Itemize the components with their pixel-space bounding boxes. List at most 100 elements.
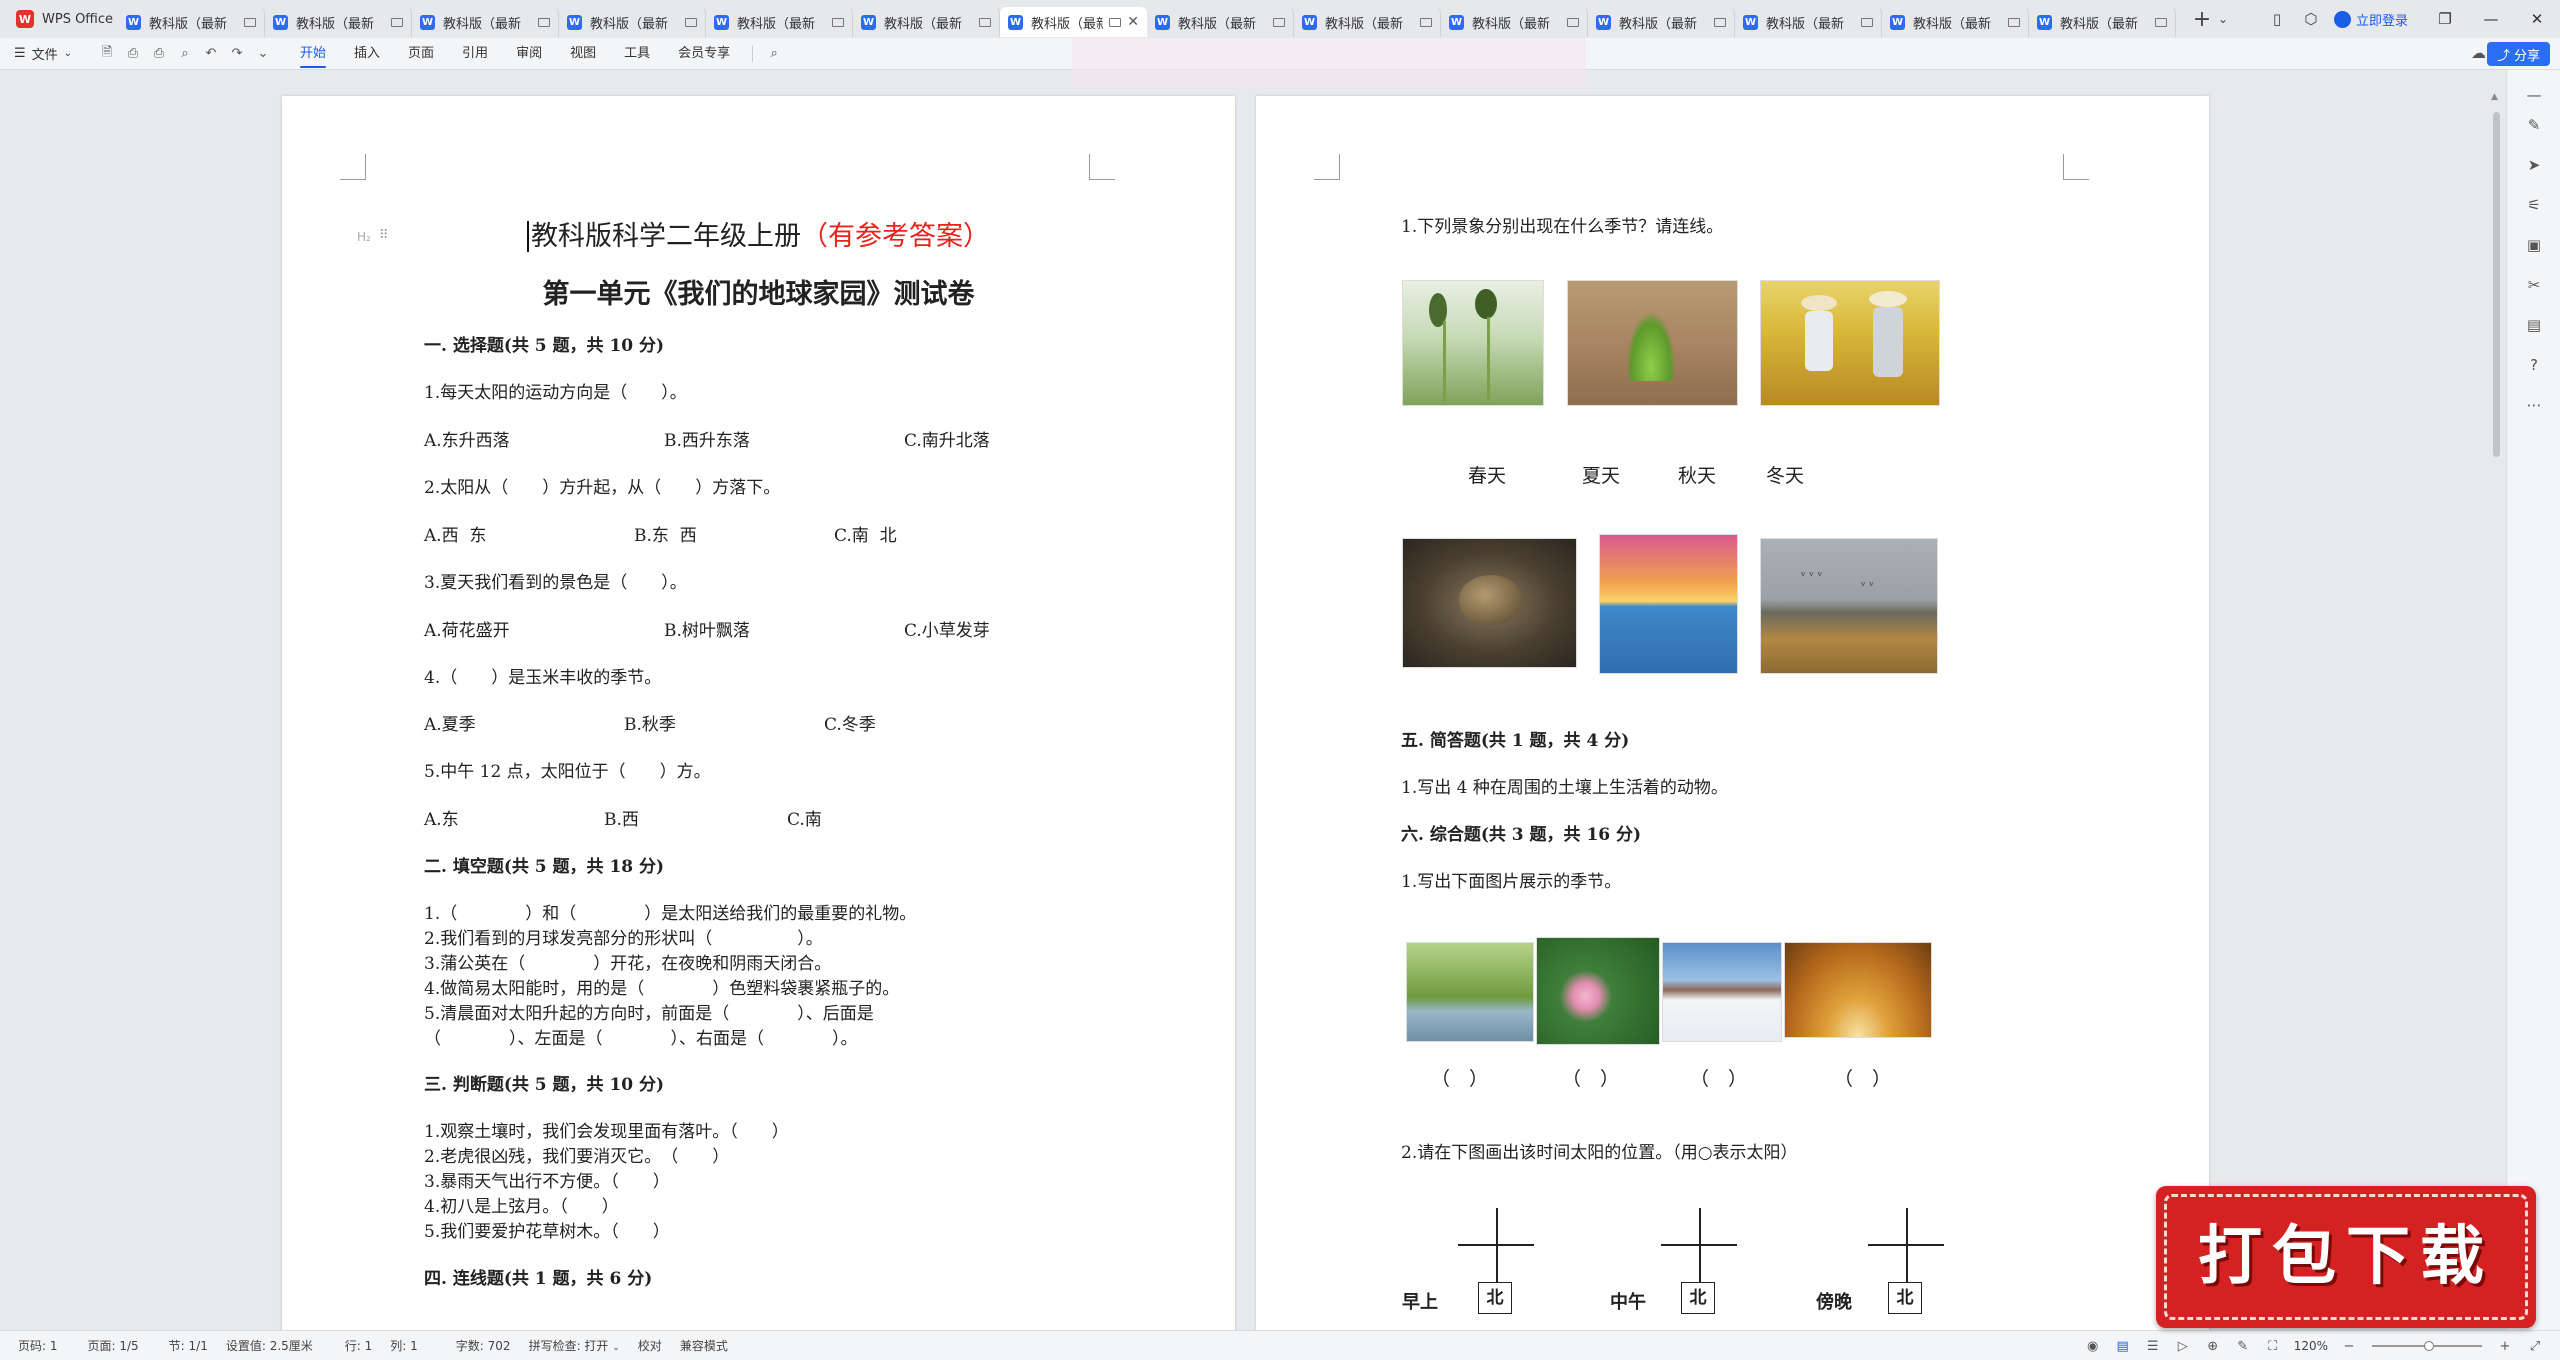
answer-blank[interactable]: （ ） (1431, 1064, 1488, 1091)
adjust-icon[interactable]: ⚟ (2523, 194, 2545, 216)
scrollbar-thumb[interactable] (2493, 112, 2500, 457)
status-col[interactable]: 列: 1 (390, 1337, 418, 1354)
minimize-icon[interactable]: — (2468, 10, 2514, 28)
document-tab[interactable]: W 教科版（最新 (265, 7, 412, 37)
vertical-scrollbar[interactable]: ▲ ▼ (2488, 86, 2506, 1330)
ribbon-tab[interactable]: 插入 (340, 38, 394, 70)
document-canvas[interactable]: H₂ ⠿ 教科版科学二年级上册（有参考答案） 第一单元《我们的地球家园》测试卷 … (0, 86, 2506, 1330)
read-mode-icon[interactable]: ▷ (2173, 1336, 2193, 1356)
status-row[interactable]: 行: 1 (345, 1337, 373, 1354)
direction-line (1661, 1244, 1737, 1246)
document-tab[interactable]: W 教科版（最新 (1147, 7, 1294, 37)
login-button[interactable]: 立即登录 (2333, 10, 2408, 29)
option: B.西升东落 (664, 431, 750, 451)
document-page-2[interactable]: 1.下列景象分别出现在什么季节？请连线。 春天 夏天 秋天 冬天 ᵥ ᵥ ᵥ ᵥ… (1256, 96, 2209, 1330)
more-icon[interactable]: ⋯ (2523, 394, 2545, 416)
season-label: 春天 (1468, 465, 1507, 487)
close-tab-icon[interactable]: ✕ (1127, 14, 1139, 30)
share-button[interactable]: ⤴ 分享 (2486, 42, 2550, 66)
fullscreen-icon[interactable]: ⤢ (2525, 1336, 2545, 1356)
answer-blank[interactable]: （ ） (1562, 1064, 1619, 1091)
export-pdf-icon[interactable]: ⎙ (122, 43, 144, 65)
new-tab-icon[interactable]: + (2190, 7, 2214, 32)
status-page-number[interactable]: 页码: 1 (18, 1337, 58, 1354)
judge-question: 2.老虎很凶残，我们要消灭它。 （ ） (424, 1147, 730, 1167)
redo-icon[interactable]: ↷ (226, 43, 248, 65)
help-icon[interactable]: ? (2523, 354, 2545, 376)
zoom-slider-knob[interactable] (2424, 1341, 2434, 1351)
ribbon-tab[interactable]: 会员专享 (664, 38, 744, 70)
document-tab[interactable]: W 教科版（最新 (1882, 7, 2029, 37)
fill-question: 3.蒲公英在（ ）开花，在夜晚和阴雨天闭合。 (424, 954, 832, 974)
title-tab-bar: W WPS Office W 教科版（最新 W 教科版（最新 W 教科版（最新 W 教科版（最… (0, 0, 2560, 38)
pen-icon[interactable]: ✎ (2523, 114, 2545, 136)
answer-blank[interactable]: （ ） (1690, 1064, 1747, 1091)
status-spell-check[interactable]: 拼写检查: 打开 ⌄ (529, 1337, 620, 1354)
collapse-icon[interactable]: — (2523, 84, 2545, 106)
zoom-slider[interactable] (2372, 1341, 2482, 1351)
fill-question: 2.我们看到的月球发亮部分的形状叫（ ）。 (424, 929, 823, 949)
cube-icon[interactable]: ⬡ (2300, 8, 2322, 30)
write-mode-icon[interactable]: ✎ (2233, 1336, 2253, 1356)
document-tab[interactable]: W 教科版（最新 (1441, 7, 1588, 37)
zoom-in-icon[interactable]: + (2495, 1336, 2515, 1356)
close-window-icon[interactable]: ✕ (2514, 10, 2560, 28)
restore-window-icon[interactable]: ❐ (2422, 10, 2468, 28)
status-proof[interactable]: 校对 (638, 1337, 662, 1354)
zoom-out-icon[interactable]: − (2339, 1336, 2359, 1356)
status-word-count[interactable]: 字数: 702 (456, 1337, 511, 1354)
question: 1.写出下面图片展示的季节。 (1401, 872, 1622, 892)
search-icon[interactable]: ⌕ (763, 43, 785, 65)
sidebar-toggle-icon[interactable]: ▯ (2266, 8, 2288, 30)
tools-icon[interactable]: ✂ (2523, 274, 2545, 296)
book-icon[interactable]: ▤ (2523, 314, 2545, 336)
login-label: 立即登录 (2355, 13, 2408, 29)
eye-protect-icon[interactable]: ◉ (2083, 1336, 2103, 1356)
web-view-icon[interactable]: ⊕ (2203, 1336, 2223, 1356)
document-tab[interactable]: W 教科版（最新 (853, 7, 1000, 37)
page-view-icon[interactable]: ▤ (2113, 1336, 2133, 1356)
document-tab[interactable]: W 教科版（最新 (1294, 7, 1441, 37)
ribbon-tab[interactable]: 工具 (610, 38, 664, 70)
status-page-count[interactable]: 页面: 1/5 (88, 1337, 139, 1354)
document-tab[interactable]: W 教科版（最新 (1588, 7, 1735, 37)
document-page-1[interactable]: H₂ ⠿ 教科版科学二年级上册（有参考答案） 第一单元《我们的地球家园》测试卷 … (282, 96, 1235, 1330)
undo-icon[interactable]: ↶ (200, 43, 222, 65)
ribbon-tab[interactable]: 审阅 (502, 38, 556, 70)
save-icon[interactable]: 🗎 (96, 43, 118, 65)
file-menu[interactable]: ☰ 文件 ⌄ (14, 44, 94, 63)
monitor-icon (2155, 17, 2167, 27)
document-tab[interactable]: W 教科版（最新 (2029, 7, 2176, 37)
image-tool-icon[interactable]: ▣ (2523, 234, 2545, 256)
more-chevron-icon[interactable]: ⌄ (252, 43, 274, 65)
document-tab[interactable]: W 教科版（最新 (559, 7, 706, 37)
document-tab[interactable]: W 教科版（最新 ✕ (1000, 7, 1147, 37)
print-preview-icon[interactable]: ⌕ (174, 43, 196, 65)
select-cursor-icon[interactable]: ➤ (2523, 154, 2545, 176)
document-tab[interactable]: W 教科版（最新 (706, 7, 853, 37)
scroll-up-icon[interactable]: ▲ (2491, 92, 2498, 102)
ribbon-tab[interactable]: 视图 (556, 38, 610, 70)
ribbon-tab[interactable]: 开始 (286, 38, 340, 70)
document-tab[interactable]: W 教科版（最新 (118, 7, 265, 37)
tab-list-chevron-icon[interactable]: ⌄ (2218, 12, 2228, 26)
wps-office-home[interactable]: W WPS Office (0, 0, 118, 38)
ribbon-tab[interactable]: 引用 (448, 38, 502, 70)
fit-page-icon[interactable]: ⛶ (2263, 1336, 2283, 1356)
download-banner[interactable]: 打包下载 (2156, 1186, 2536, 1328)
document-tab[interactable]: W 教科版（最新 (412, 7, 559, 37)
answer-blank[interactable]: （ ） (1834, 1064, 1891, 1091)
time-label: 中午 (1610, 1292, 1646, 1313)
time-label: 早上 (1402, 1292, 1438, 1313)
document-tab[interactable]: W 教科版（最新 (1735, 7, 1882, 37)
toolbar-highlight-area (1072, 38, 1586, 86)
zoom-level[interactable]: 120% (2294, 1339, 2328, 1353)
status-section[interactable]: 节: 1/1 (169, 1337, 208, 1354)
status-setting[interactable]: 设置值: 2.5厘米 (226, 1337, 313, 1354)
print-icon[interactable]: ⎙ (148, 43, 170, 65)
cloud-sync-icon[interactable]: ☁ (2471, 44, 2486, 62)
winter-snow-image (1662, 942, 1782, 1042)
ribbon-tab[interactable]: 页面 (394, 38, 448, 70)
option: C.小草发芽 (904, 621, 990, 641)
outline-view-icon[interactable]: ☰ (2143, 1336, 2163, 1356)
